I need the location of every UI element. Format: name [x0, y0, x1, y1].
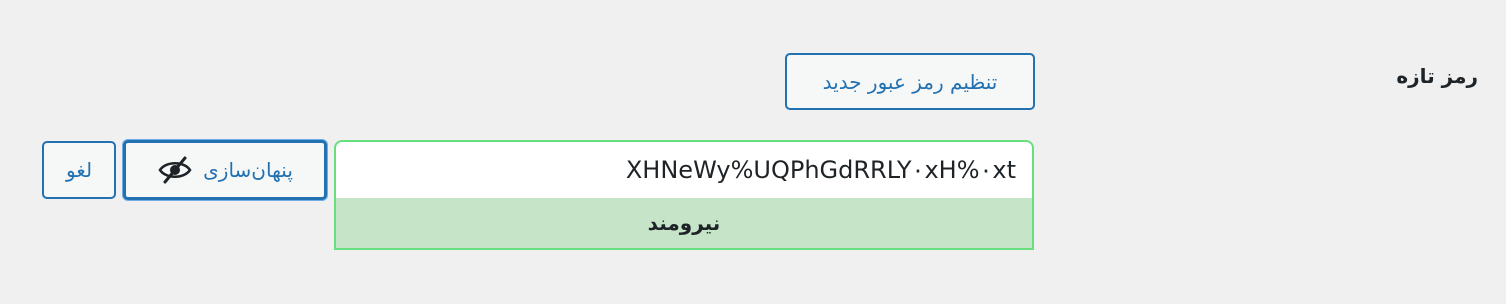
hide-password-label: پنهان‌سازی [203, 158, 293, 182]
password-input[interactable] [334, 140, 1034, 200]
new-password-label: رمز تازه [1396, 64, 1478, 88]
password-settings-row: رمز تازه تنظیم رمز عبور جدید نیرومند پنه… [0, 0, 1506, 304]
generate-password-button[interactable]: تنظیم رمز عبور جدید [785, 53, 1035, 110]
password-strength-meter: نیرومند [334, 198, 1034, 250]
hide-password-button[interactable]: پنهان‌سازی [123, 140, 327, 200]
eye-slash-icon [157, 156, 193, 184]
cancel-button[interactable]: لغو [42, 141, 116, 199]
